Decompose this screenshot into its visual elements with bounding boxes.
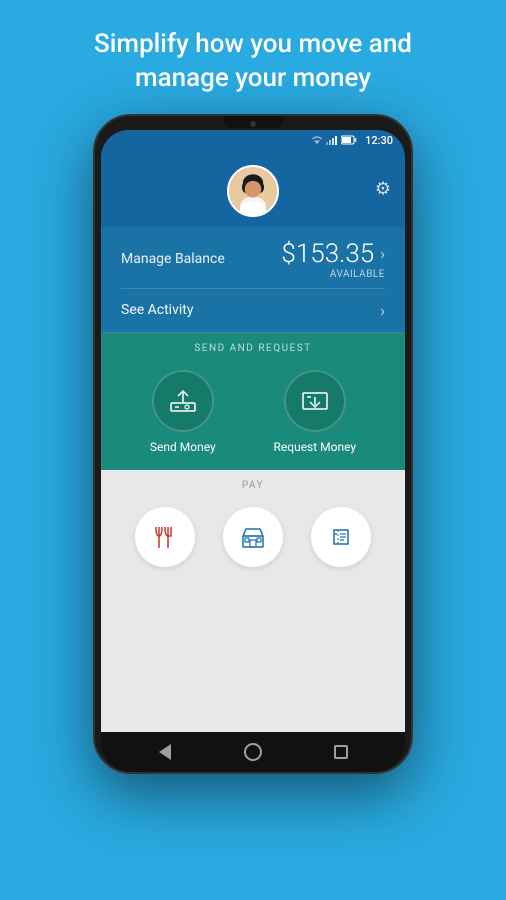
request-money-circle: [284, 370, 346, 432]
status-time: 12:30: [365, 134, 393, 147]
phone-nav-bar: [101, 732, 405, 772]
wifi-icon: [311, 135, 323, 145]
pay-store-circle: [223, 507, 283, 567]
send-money-button[interactable]: Send Money: [150, 370, 216, 454]
phone-device: 12:30 ⚙: [93, 114, 413, 774]
action-buttons-row: Send Money Request Money: [101, 360, 405, 470]
request-money-icon: [299, 385, 331, 417]
settings-icon[interactable]: ⚙: [375, 178, 391, 199]
balance-right: $153.35 › AVAILABLE: [281, 239, 385, 280]
available-label: AVAILABLE: [330, 269, 385, 280]
status-icons: [311, 135, 357, 145]
pay-coupon-circle: [311, 507, 371, 567]
nav-back-button[interactable]: [154, 741, 176, 763]
pay-label: PAY: [101, 470, 405, 497]
pay-icons-row: [101, 497, 405, 579]
status-bar: 12:30: [101, 130, 405, 151]
activity-row[interactable]: See Activity ›: [101, 289, 405, 333]
phone-screen: 12:30 ⚙: [101, 130, 405, 732]
app-header: ⚙: [101, 151, 405, 227]
request-money-button[interactable]: Request Money: [274, 370, 357, 454]
manage-balance-label: Manage Balance: [121, 251, 225, 267]
pay-section: PAY: [101, 470, 405, 732]
send-money-icon: [167, 385, 199, 417]
headline-line2: manage your money: [135, 63, 371, 93]
balance-value: $153.35: [281, 239, 374, 269]
send-request-label: SEND AND REQUEST: [101, 333, 405, 360]
pay-store-button[interactable]: [223, 507, 283, 567]
camera: [250, 121, 256, 127]
request-money-label: Request Money: [274, 440, 357, 454]
recent-icon: [334, 745, 348, 759]
pay-restaurant-button[interactable]: [135, 507, 195, 567]
store-icon: [238, 522, 268, 552]
balance-amount: $153.35 ›: [281, 239, 385, 269]
restaurant-icon: [150, 522, 180, 552]
see-activity-label: See Activity: [121, 302, 193, 318]
nav-home-button[interactable]: [242, 741, 264, 763]
pay-restaurant-circle: [135, 507, 195, 567]
send-money-circle: [152, 370, 214, 432]
balance-chevron-icon[interactable]: ›: [380, 244, 385, 263]
avatar-image: [229, 165, 277, 217]
signal-icon: [326, 135, 338, 145]
back-icon: [159, 744, 171, 760]
headline-line1: Simplify how you move and: [94, 29, 412, 59]
send-money-label: Send Money: [150, 440, 216, 454]
pay-coupon-button[interactable]: [311, 507, 371, 567]
activity-chevron-icon: ›: [380, 301, 385, 320]
nav-recent-button[interactable]: [330, 741, 352, 763]
battery-icon: [341, 135, 357, 145]
home-icon: [244, 743, 262, 761]
balance-section: Manage Balance $153.35 › AVAILABLE: [101, 227, 405, 289]
balance-row: Manage Balance $153.35 › AVAILABLE: [121, 239, 385, 289]
avatar: [227, 165, 279, 217]
headline: Simplify how you move and manage your mo…: [54, 0, 452, 114]
send-request-section: SEND AND REQUEST Send Money: [101, 333, 405, 470]
coupon-icon: [326, 522, 356, 552]
